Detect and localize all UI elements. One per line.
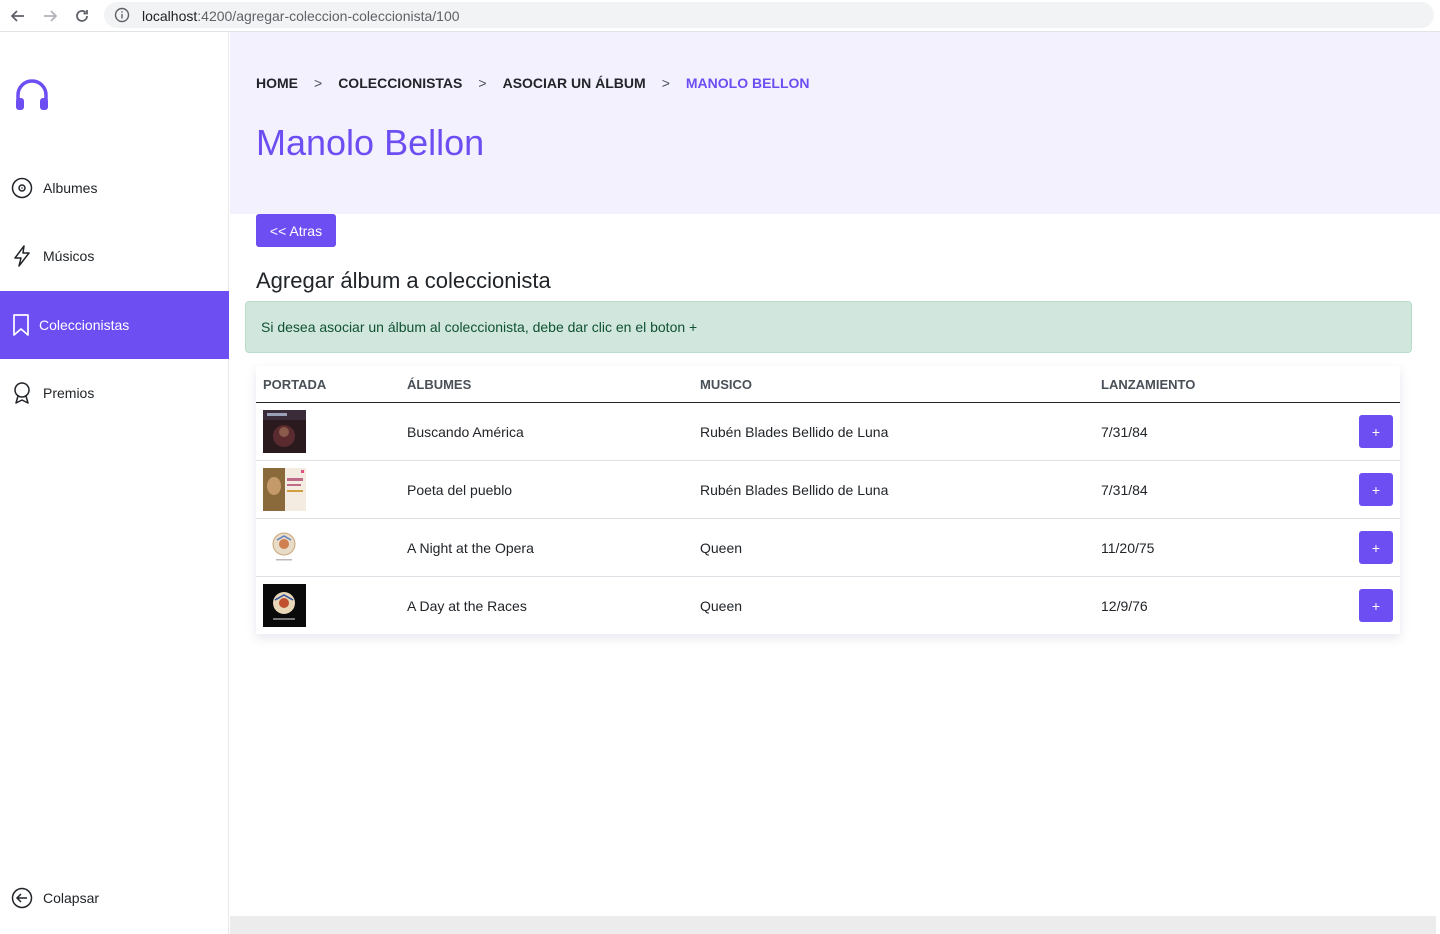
sidebar: Albumes Músicos Coleccionistas Premios C… — [0, 32, 229, 934]
action-cell: + — [1296, 518, 1400, 577]
release-date-cell: 7/31/84 — [1094, 402, 1296, 461]
album-cover-image — [263, 468, 306, 511]
sidebar-item-musicos[interactable]: Músicos — [0, 222, 229, 290]
album-cover-image — [263, 584, 306, 627]
column-header-musico: MUSICO — [693, 366, 1094, 403]
release-date-cell: 11/20/75 — [1094, 518, 1296, 577]
sidebar-item-coleccionistas[interactable]: Coleccionistas — [0, 291, 229, 359]
reload-icon[interactable] — [72, 6, 92, 26]
disc-icon — [10, 176, 34, 200]
cover-cell — [256, 577, 400, 635]
arrow-left-circle-icon — [10, 886, 34, 910]
browser-toolbar: localhost:4200/agregar-coleccion-colecci… — [0, 0, 1440, 32]
add-album-button[interactable]: + — [1359, 589, 1393, 622]
breadcrumb-coleccionistas[interactable]: COLECCIONISTAS — [338, 75, 462, 91]
bookmark-icon — [10, 313, 32, 337]
album-name-cell: Buscando América — [400, 402, 693, 461]
collapse-button[interactable]: Colapsar — [0, 864, 229, 932]
award-icon — [10, 381, 34, 405]
sidebar-item-label: Premios — [43, 385, 95, 401]
breadcrumb-separator: > — [314, 75, 323, 91]
table-row: A Day at the Races Queen 12/9/76 + — [256, 577, 1400, 635]
breadcrumb-separator: > — [661, 75, 670, 91]
info-icon[interactable] — [114, 7, 130, 23]
lightning-icon — [10, 244, 34, 268]
cover-cell — [256, 460, 400, 519]
back-arrow-icon[interactable] — [8, 6, 28, 26]
sidebar-item-label: Músicos — [43, 248, 95, 264]
alert-text: Si desea asociar un álbum al coleccionis… — [261, 319, 698, 335]
add-album-button[interactable]: + — [1359, 415, 1393, 448]
url-text: localhost:4200/agregar-coleccion-colecci… — [142, 8, 460, 24]
sidebar-item-label: Albumes — [43, 180, 98, 196]
release-date-cell: 12/9/76 — [1101, 597, 1148, 614]
cover-cell — [256, 518, 400, 577]
horizontal-scrollbar[interactable] — [230, 916, 1436, 934]
musician-cell: Rubén Blades Bellido de Luna — [693, 402, 1094, 461]
add-album-button[interactable]: + — [1359, 473, 1393, 506]
album-name-cell: A Night at the Opera — [400, 518, 693, 577]
release-date-cell: 7/31/84 — [1094, 460, 1296, 519]
albums-table-card: PORTADA ÁLBUMES MUSICO LANZAMIENTO Busca… — [256, 366, 1400, 634]
action-cell: + — [1296, 460, 1400, 519]
breadcrumb-asociar-album[interactable]: ASOCIAR UN ÁLBUM — [503, 75, 646, 91]
column-header-albumes: ÁLBUMES — [400, 366, 693, 403]
info-alert: Si desea asociar un álbum al coleccionis… — [245, 301, 1412, 353]
headphones-logo-icon[interactable] — [14, 78, 50, 114]
table-row: Poeta del pueblo Rubén Blades Bellido de… — [256, 460, 1400, 519]
column-header-portada: PORTADA — [256, 366, 400, 403]
musician-cell: Queen — [700, 597, 743, 614]
musician-cell: Queen — [693, 518, 1094, 577]
address-bar[interactable]: localhost:4200/agregar-coleccion-colecci… — [104, 2, 1434, 28]
sidebar-item-albumes[interactable]: Albumes — [0, 154, 229, 222]
musician-cell: Rubén Blades Bellido de Luna — [693, 460, 1094, 519]
breadcrumb-home[interactable]: HOME — [256, 75, 298, 91]
album-name-cell: A Day at the Races — [407, 597, 527, 614]
album-cover-image — [263, 526, 306, 569]
back-button[interactable]: << Atras — [256, 214, 336, 247]
collapse-label: Colapsar — [43, 890, 100, 906]
albums-table: PORTADA ÁLBUMES MUSICO LANZAMIENTO Busca… — [256, 366, 1400, 634]
cover-cell — [256, 402, 400, 461]
add-album-button[interactable]: + — [1359, 531, 1393, 564]
table-header-row: PORTADA ÁLBUMES MUSICO LANZAMIENTO — [256, 366, 1400, 403]
action-cell: + — [1296, 402, 1400, 461]
sidebar-item-premios[interactable]: Premios — [0, 359, 229, 427]
breadcrumb-separator: > — [478, 75, 487, 91]
page-title: Manolo Bellon — [256, 122, 485, 163]
album-name-cell: Poeta del pueblo — [400, 460, 693, 519]
column-header-actions — [1296, 366, 1400, 403]
forward-arrow-icon[interactable] — [40, 6, 60, 26]
page-header: HOME > COLECCIONISTAS > ASOCIAR UN ÁLBUM… — [230, 32, 1440, 214]
sidebar-item-label: Coleccionistas — [39, 317, 130, 333]
section-title: Agregar álbum a coleccionista — [256, 268, 551, 293]
table-row: Buscando América Rubén Blades Bellido de… — [256, 402, 1400, 461]
column-header-lanzamiento: LANZAMIENTO — [1094, 366, 1296, 403]
breadcrumb-current: MANOLO BELLON — [685, 75, 810, 91]
table-row: A Night at the Opera Queen 11/20/75 + — [256, 518, 1400, 577]
album-cover-image — [263, 410, 306, 453]
breadcrumb: HOME > COLECCIONISTAS > ASOCIAR UN ÁLBUM… — [256, 75, 810, 91]
action-cell: + — [1296, 577, 1400, 635]
